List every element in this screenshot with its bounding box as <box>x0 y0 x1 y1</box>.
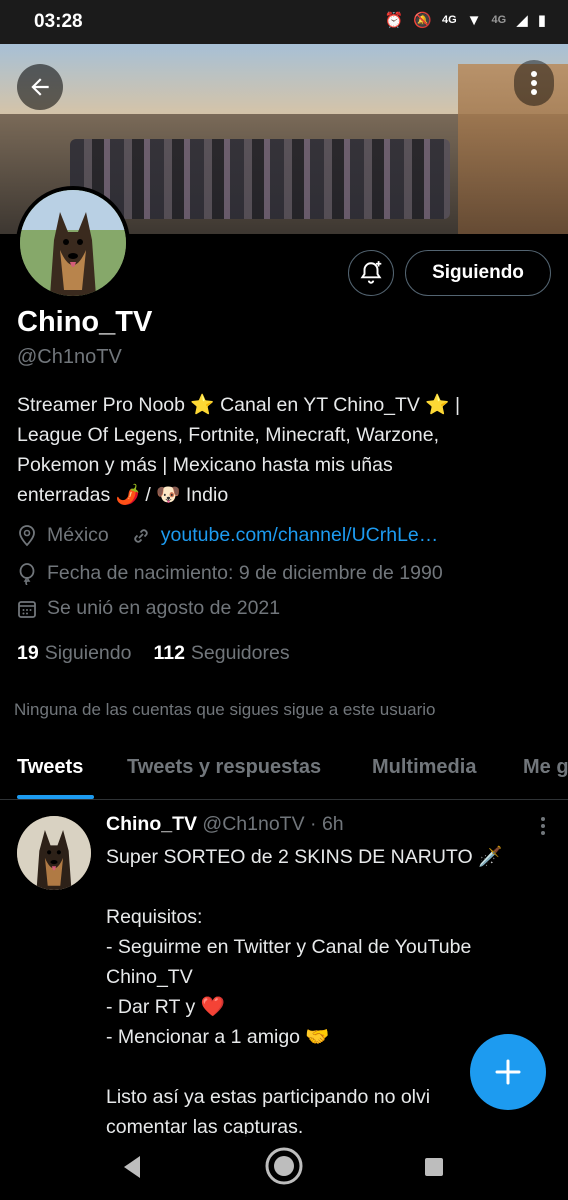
display-name: Chino_TV <box>17 306 153 338</box>
tweet-line: Chino_TV <box>106 966 193 988</box>
bio-line: Pokemon y más | Mexicano hasta mis uñas <box>17 454 393 476</box>
notifications-button[interactable] <box>348 250 394 296</box>
tweet-more-button[interactable] <box>540 816 546 841</box>
birthday-text: Fecha de nacimiento: 9 de diciembre de 1… <box>47 562 443 584</box>
back-button[interactable] <box>17 64 63 110</box>
bio-line: Streamer Pro Noob ⭐ Canal en YT Chino_TV… <box>17 394 461 416</box>
tweet-header: Chino_TV @Ch1noTV · 6h <box>106 813 344 836</box>
mutual-followers-note: Ninguna de las cuentas que sigues sigue … <box>14 700 436 719</box>
bell-plus-icon <box>360 261 382 284</box>
bio-line: enterradas 🌶️ / 🐶 Indio <box>17 484 229 506</box>
tweet-author-name[interactable]: Chino_TV <box>106 813 197 835</box>
followers-stat[interactable]: 112 Seguidores <box>153 642 289 665</box>
mute-icon: 🔕 <box>413 12 432 29</box>
profile-bio: Streamer Pro Noob ⭐ Canal en YT Chino_TV… <box>17 390 547 510</box>
status-icons: ⏰ 🔕 4G ▼ 4G ◢ ▮ <box>384 11 546 30</box>
alarm-icon: ⏰ <box>384 12 404 29</box>
user-handle: @Ch1noTV <box>17 346 122 368</box>
plus-icon <box>495 1059 521 1085</box>
joined-row: Se unió en agosto de 2021 <box>17 597 280 620</box>
tweet-avatar[interactable] <box>17 816 91 890</box>
more-vertical-icon <box>541 817 545 835</box>
more-vertical-icon <box>531 71 537 95</box>
network-type-label-2: 4G <box>491 14 507 26</box>
website-link[interactable]: youtube.com/channel/UCrhLe… <box>161 524 439 547</box>
following-stat[interactable]: 19 Siguiendo <box>17 642 131 665</box>
tweet-line: Requisitos: <box>106 906 203 928</box>
tweet-line: - Dar RT y ❤️ <box>106 996 225 1018</box>
tab-likes[interactable]: Me g <box>523 756 568 779</box>
tweet-author-handle: @Ch1noTV <box>202 813 305 835</box>
nav-recents-icon[interactable] <box>424 1157 444 1177</box>
dog-avatar-image <box>17 816 91 890</box>
wifi-icon: ▼ <box>466 11 482 29</box>
profile-avatar[interactable] <box>16 186 130 300</box>
calendar-icon <box>18 600 36 618</box>
status-bar: 03:28 ⏰ 🔕 4G ▼ 4G ◢ ▮ <box>0 0 568 44</box>
system-navigation-bar <box>0 1134 568 1200</box>
dog-avatar-image <box>20 190 126 296</box>
follow-stats: 19 Siguiendo 112 Seguidores <box>17 642 290 665</box>
battery-icon: ▮ <box>537 12 546 29</box>
active-tab-indicator <box>17 795 94 799</box>
status-time: 03:28 <box>34 11 83 32</box>
nav-back-icon[interactable] <box>120 1154 144 1180</box>
followers-label: Seguidores <box>190 642 290 664</box>
joined-text: Se unió en agosto de 2021 <box>47 597 281 619</box>
tab-media[interactable]: Multimedia <box>372 756 476 779</box>
balloon-icon <box>19 562 35 585</box>
following-label: Siguiendo <box>44 642 132 664</box>
location-pin-icon <box>19 524 35 546</box>
location-row: México youtube.com/channel/UCrhLe… <box>17 524 438 547</box>
nav-home-icon[interactable] <box>264 1146 304 1186</box>
birthday-row: Fecha de nacimiento: 9 de diciembre de 1… <box>17 562 443 585</box>
profile-tabs: Tweets Tweets y respuestas Multimedia Me… <box>0 750 568 800</box>
tweet-line: - Seguirme en Twitter y Canal de YouTube <box>106 936 472 958</box>
tweet-time: · 6h <box>310 813 344 835</box>
location-text: México <box>47 524 109 546</box>
signal-icon: ◢ <box>516 12 528 29</box>
link-icon <box>134 528 148 543</box>
network-type-label: 4G <box>441 14 457 26</box>
tab-tweets[interactable]: Tweets <box>17 756 83 779</box>
following-count: 19 <box>17 642 39 664</box>
more-options-button[interactable] <box>514 60 554 106</box>
following-button[interactable]: Siguiendo <box>405 250 551 296</box>
compose-tweet-button[interactable] <box>470 1034 546 1110</box>
tweet-line: Super SORTEO de 2 SKINS DE NARUTO 🗡️ <box>106 846 503 868</box>
tweet-line <box>106 872 546 902</box>
arrow-left-icon <box>31 78 49 96</box>
followers-count: 112 <box>153 642 185 664</box>
bio-line: League Of Legens, Fortnite, Minecraft, W… <box>17 424 439 446</box>
tab-tweets-and-replies[interactable]: Tweets y respuestas <box>127 756 321 779</box>
banner-characters <box>70 139 450 219</box>
